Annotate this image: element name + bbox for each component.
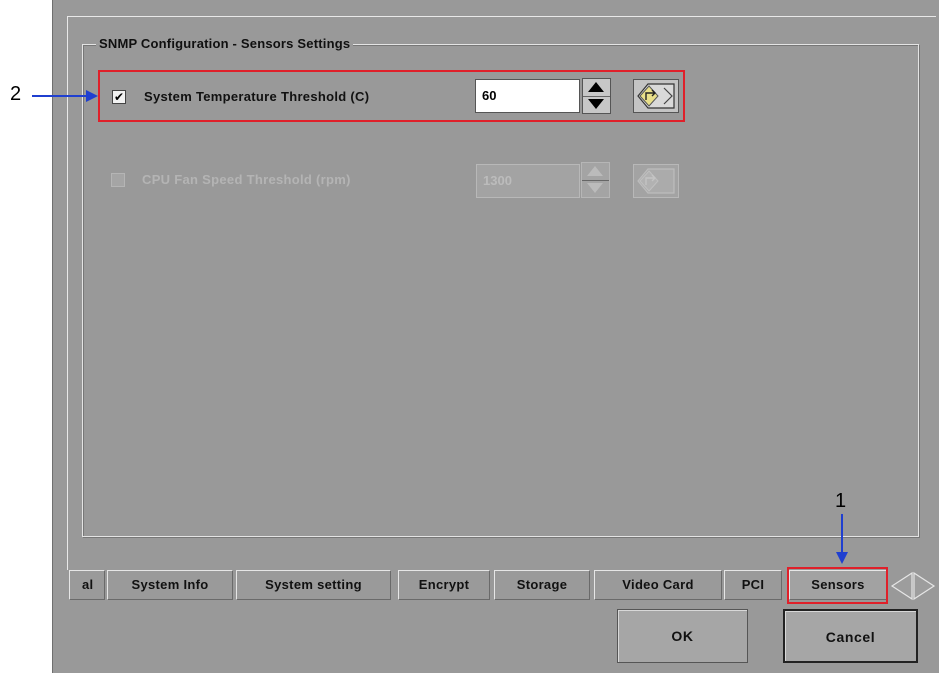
keyboard-icon [637, 168, 675, 194]
callout-arrow-1 [836, 514, 848, 564]
tab-encrypt[interactable]: Encrypt [398, 570, 490, 600]
tab-system-info[interactable]: System Info [107, 570, 233, 600]
tab-pci[interactable]: PCI [724, 570, 782, 600]
cpu-fan-speed-checkbox[interactable] [111, 173, 125, 187]
spin-down-button[interactable] [582, 180, 609, 197]
callout-arrow-2 [32, 90, 98, 102]
cpu-fan-speed-label: CPU Fan Speed Threshold (rpm) [142, 172, 351, 187]
tab-system-setting[interactable]: System setting [236, 570, 391, 600]
spin-up-button[interactable] [582, 163, 609, 181]
cpu-fan-speed-keyboard-button[interactable] [633, 164, 679, 198]
cpu-fan-speed-spinner[interactable] [581, 162, 610, 198]
tab-storage[interactable]: Storage [494, 570, 590, 600]
triangle-up-icon [587, 166, 603, 176]
cpu-fan-speed-input[interactable]: 1300 [476, 164, 580, 198]
group-title: SNMP Configuration - Sensors Settings [96, 36, 354, 51]
tab-video-card[interactable]: Video Card [594, 570, 722, 600]
highlight-box-sensor-row [98, 70, 685, 122]
ok-button[interactable]: OK [617, 609, 748, 663]
triangle-down-icon [587, 183, 603, 193]
tab-scroll-arrows-icon[interactable] [890, 571, 936, 601]
cancel-button[interactable]: Cancel [783, 609, 918, 663]
tab-general-truncated[interactable]: al [69, 570, 105, 600]
callout-number-2: 2 [10, 83, 22, 105]
highlight-box-sensors-tab [787, 567, 888, 604]
callout-number-1: 1 [835, 490, 847, 512]
